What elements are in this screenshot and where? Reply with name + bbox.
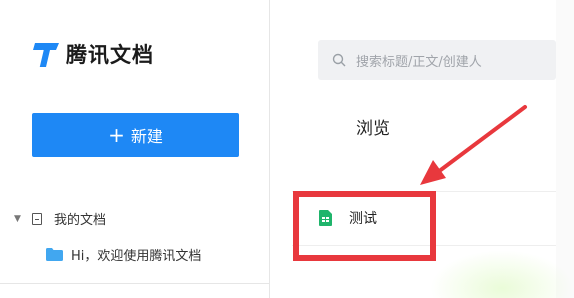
sidebar: 腾讯文档 + 新建 ▼ 我的文档 Hi，欢迎使用腾讯文档: [0, 0, 270, 298]
search-icon: [332, 53, 346, 67]
sidebar-item-my-docs[interactable]: ▼ 我的文档: [14, 209, 106, 228]
app-logo[interactable]: 腾讯文档: [32, 39, 154, 69]
sidebar-item-welcome-folder[interactable]: Hi，欢迎使用腾讯文档: [46, 245, 201, 264]
new-button[interactable]: + 新建: [32, 113, 239, 157]
new-button-label: 新建: [130, 127, 163, 146]
document-icon: [32, 212, 42, 225]
caret-down-icon[interactable]: ▼: [14, 214, 26, 224]
search-placeholder: 搜索标题/正文/创建人: [356, 54, 482, 70]
search-input[interactable]: 搜索标题/正文/创建人: [318, 40, 556, 80]
section-title: 浏览: [356, 119, 390, 139]
app-name: 腾讯文档: [66, 43, 154, 67]
plus-icon: +: [108, 123, 125, 147]
app-window: 腾讯文档 + 新建 ▼ 我的文档 Hi，欢迎使用腾讯文档 搜索标题/正文/创建人…: [0, 0, 574, 298]
sidebar-item-label: Hi，欢迎使用腾讯文档: [71, 249, 202, 264]
tencent-docs-logo-icon: [33, 42, 59, 67]
background-glow: [430, 250, 574, 298]
sidebar-divider: [0, 283, 269, 284]
folder-icon: [46, 248, 63, 261]
annotation-highlight-box: [293, 191, 436, 261]
sidebar-item-label: 我的文档: [54, 213, 107, 228]
